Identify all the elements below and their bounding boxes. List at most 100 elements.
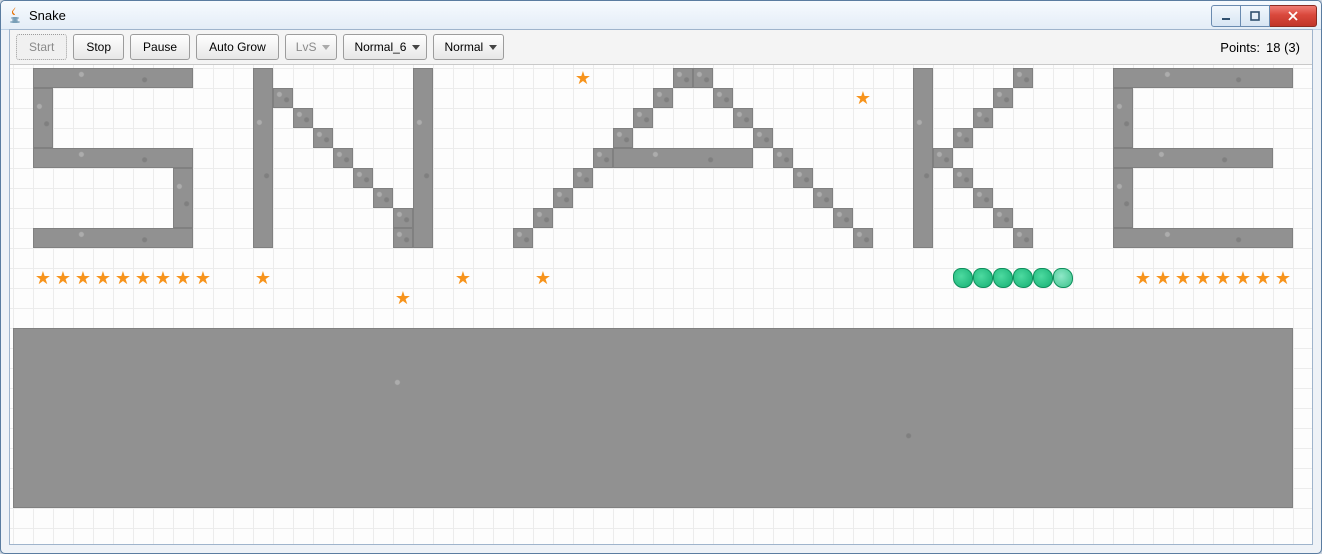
food-star: ★	[113, 268, 133, 288]
wall	[513, 228, 533, 248]
food-star: ★	[1133, 268, 1153, 288]
snake-head	[1053, 268, 1073, 288]
app-window: Snake Start Stop Pause Auto Grow LvS Nor…	[0, 0, 1322, 554]
wall	[33, 88, 53, 148]
wall	[1113, 228, 1293, 248]
food-star: ★	[573, 68, 593, 88]
wall	[1113, 68, 1293, 88]
wall	[173, 168, 193, 228]
difficulty-select-value: Normal_6	[354, 40, 406, 54]
client-area: Start Stop Pause Auto Grow LvS Normal_6 …	[9, 29, 1313, 545]
food-star: ★	[253, 268, 273, 288]
close-button[interactable]	[1270, 5, 1317, 27]
difficulty-select[interactable]: Normal_6	[343, 34, 427, 60]
food-star: ★	[1173, 268, 1193, 288]
wall	[353, 168, 373, 188]
snake-body	[1013, 268, 1033, 288]
wall	[933, 148, 953, 168]
speed-select[interactable]: Normal	[433, 34, 504, 60]
level-select[interactable]: LvS	[285, 34, 338, 60]
wall	[333, 148, 353, 168]
wall	[633, 108, 653, 128]
wall	[293, 108, 313, 128]
wall	[953, 128, 973, 148]
wall	[913, 68, 933, 248]
food-star: ★	[1213, 268, 1233, 288]
wall	[373, 188, 393, 208]
wall	[973, 108, 993, 128]
speed-select-value: Normal	[444, 40, 483, 54]
wall	[573, 168, 593, 188]
toolbar: Start Stop Pause Auto Grow LvS Normal_6 …	[10, 30, 1312, 65]
wall	[1113, 168, 1133, 228]
stop-button[interactable]: Stop	[73, 34, 124, 60]
wall	[1013, 228, 1033, 248]
wall	[413, 68, 433, 248]
wall	[33, 68, 193, 88]
level-select-value: LvS	[296, 40, 317, 54]
snake-body	[973, 268, 993, 288]
wall	[393, 208, 413, 228]
wall	[733, 108, 753, 128]
wall	[553, 188, 573, 208]
window-title: Snake	[29, 8, 66, 23]
score-label: Points:	[1220, 40, 1260, 55]
wall	[1113, 148, 1273, 168]
wall	[613, 128, 633, 148]
wall	[13, 328, 1293, 508]
wall	[973, 188, 993, 208]
wall	[753, 128, 773, 148]
start-button[interactable]: Start	[16, 34, 67, 60]
wall	[653, 88, 673, 108]
score-display: Points: 18 (3)	[1220, 40, 1306, 55]
food-star: ★	[93, 268, 113, 288]
chevron-down-icon	[322, 45, 330, 50]
food-star: ★	[33, 268, 53, 288]
wall	[993, 208, 1013, 228]
wall	[1013, 68, 1033, 88]
game-board[interactable]: ★★★★★★★★★★★★★★★★★★★★★★★	[10, 65, 1312, 544]
food-star: ★	[53, 268, 73, 288]
wall	[853, 228, 873, 248]
java-icon	[7, 7, 23, 23]
food-star: ★	[853, 88, 873, 108]
food-star: ★	[173, 268, 193, 288]
snake-body	[953, 268, 973, 288]
food-star: ★	[1193, 268, 1213, 288]
wall	[953, 168, 973, 188]
wall	[1113, 88, 1133, 148]
wall	[833, 208, 853, 228]
pause-button[interactable]: Pause	[130, 34, 190, 60]
food-star: ★	[1273, 268, 1293, 288]
game-layer: ★★★★★★★★★★★★★★★★★★★★★★★	[10, 65, 1312, 544]
chevron-down-icon	[412, 45, 420, 50]
wall	[253, 68, 273, 248]
maximize-button[interactable]	[1241, 5, 1270, 27]
snake-body	[993, 268, 1013, 288]
wall	[393, 228, 413, 248]
wall	[313, 128, 333, 148]
wall	[813, 188, 833, 208]
auto-grow-button[interactable]: Auto Grow	[196, 34, 279, 60]
food-star: ★	[453, 268, 473, 288]
score-value: 18 (3)	[1266, 40, 1300, 55]
wall	[773, 148, 793, 168]
wall	[533, 208, 553, 228]
titlebar[interactable]: Snake	[1, 1, 1321, 30]
food-star: ★	[1153, 268, 1173, 288]
wall	[713, 88, 733, 108]
food-star: ★	[1233, 268, 1253, 288]
wall	[613, 148, 753, 168]
wall	[33, 228, 193, 248]
wall	[793, 168, 813, 188]
food-star: ★	[153, 268, 173, 288]
wall	[693, 68, 713, 88]
chevron-down-icon	[489, 45, 497, 50]
wall	[673, 68, 693, 88]
food-star: ★	[533, 268, 553, 288]
wall	[33, 148, 193, 168]
wall	[593, 148, 613, 168]
wall	[273, 88, 293, 108]
window-controls	[1211, 5, 1317, 25]
minimize-button[interactable]	[1211, 5, 1241, 27]
